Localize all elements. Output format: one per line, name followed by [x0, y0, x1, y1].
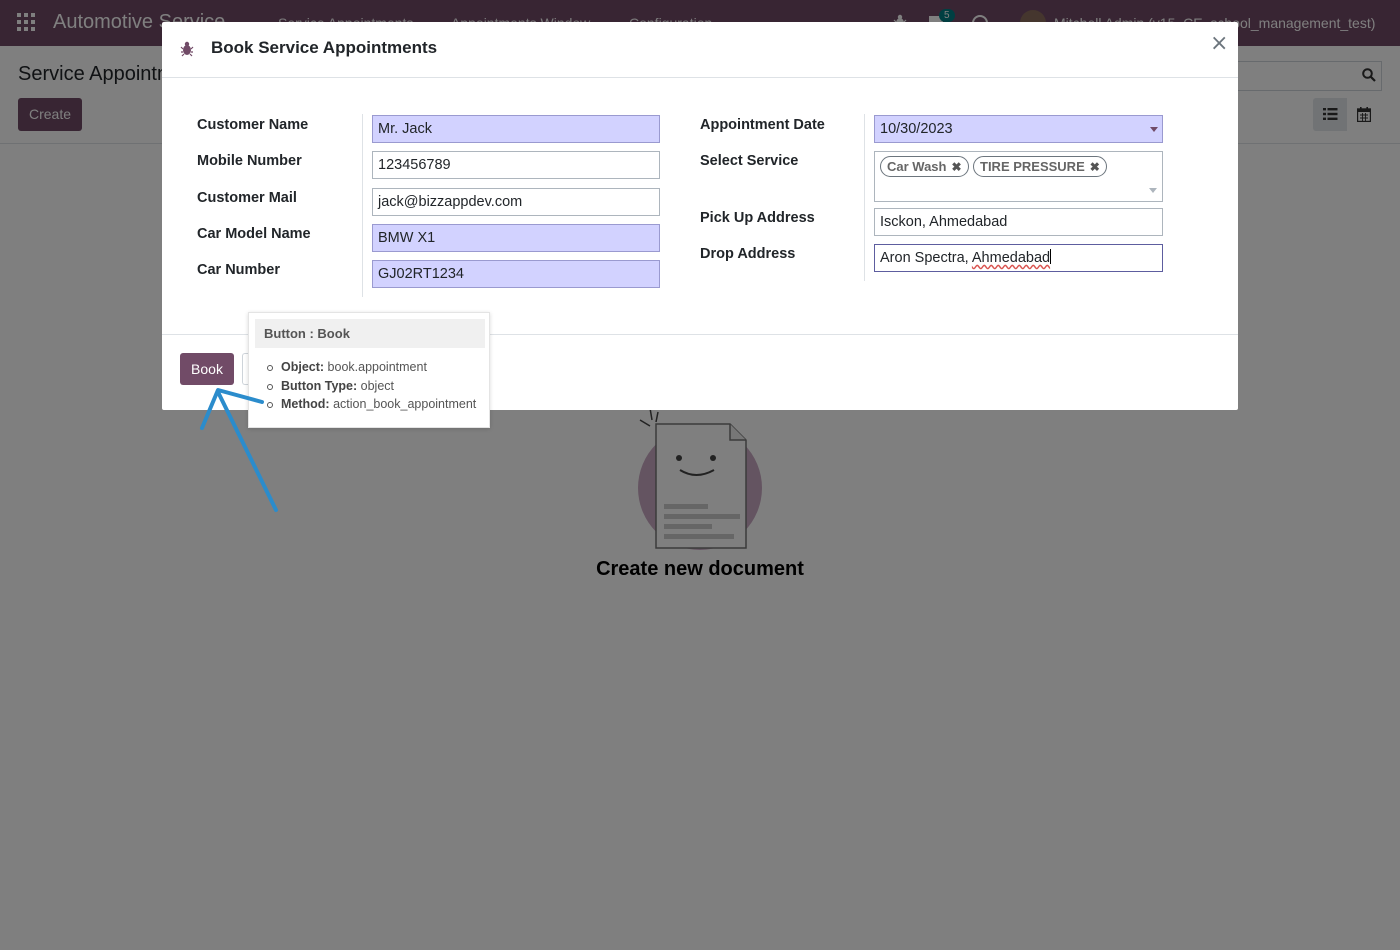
appointment-date-label: Appointment Date [700, 117, 825, 133]
tooltip-value: object [360, 378, 394, 393]
tooltip-title: Button : Book [255, 319, 485, 348]
modal-header: Book Service Appointments × [162, 22, 1238, 78]
customer-mail-label: Customer Mail [197, 190, 297, 206]
annotation-arrow-icon [200, 388, 278, 512]
left-group-separator [362, 114, 363, 297]
drop-address-text: Aron Spectra, [880, 250, 972, 266]
customer-name-field[interactable]: Mr. Jack [372, 115, 660, 143]
select-service-label: Select Service [700, 153, 799, 169]
service-tag-tire-pressure: TIRE PRESSURE ✖ [973, 156, 1107, 177]
tooltip-key: Object: [281, 360, 325, 374]
pickup-address-field[interactable]: Isckon, Ahmedabad [874, 208, 1163, 236]
remove-tag-icon[interactable]: ✖ [1090, 160, 1100, 174]
service-tag-car-wash: Car Wash ✖ [880, 156, 969, 177]
pickup-address-label: Pick Up Address [700, 210, 815, 226]
tooltip-details: Object: book.appointment Button Type: ob… [263, 358, 476, 414]
mobile-number-label: Mobile Number [197, 153, 302, 169]
appointment-date-value: 10/30/2023 [880, 121, 953, 137]
tooltip-value: action_book_appointment [333, 397, 477, 411]
chevron-down-icon[interactable] [1149, 188, 1157, 193]
drop-address-field[interactable]: Aron Spectra, Ahmedabad [874, 244, 1163, 272]
modal-title: Book Service Appointments [211, 38, 438, 57]
debug-bug-icon[interactable] [180, 41, 194, 57]
car-model-name-field[interactable]: BMW X1 [372, 224, 660, 252]
appointment-date-field[interactable]: 10/30/2023 [874, 115, 1163, 143]
drop-address-misspelled-word: Ahmedabad [971, 250, 1051, 266]
car-number-field[interactable]: GJ02RT1234 [372, 260, 660, 288]
tooltip-item: Method: action_book_appointment [263, 395, 476, 414]
chevron-down-icon[interactable] [1150, 127, 1158, 132]
tooltip-value: book.appointment [327, 360, 427, 374]
drop-address-label: Drop Address [700, 246, 796, 262]
mobile-number-field[interactable]: 123456789 [372, 151, 660, 179]
close-icon[interactable]: × [1210, 33, 1228, 55]
car-model-name-label: Car Model Name [197, 226, 311, 242]
tag-label: Car Wash [887, 159, 947, 174]
customer-mail-field[interactable]: jack@bizzappdev.com [372, 188, 660, 216]
text-cursor [1050, 249, 1052, 264]
tooltip-item: Button Type: object [263, 377, 476, 396]
tag-label: TIRE PRESSURE [980, 159, 1085, 174]
tooltip-item: Object: book.appointment [263, 358, 476, 377]
select-service-field[interactable]: Car Wash ✖ TIRE PRESSURE ✖ [874, 151, 1163, 202]
remove-tag-icon[interactable]: ✖ [951, 160, 961, 174]
tooltip-key: Button Type: [281, 378, 358, 393]
customer-name-label: Customer Name [197, 117, 309, 133]
right-group-separator [864, 114, 865, 281]
car-number-label: Car Number [197, 262, 280, 278]
